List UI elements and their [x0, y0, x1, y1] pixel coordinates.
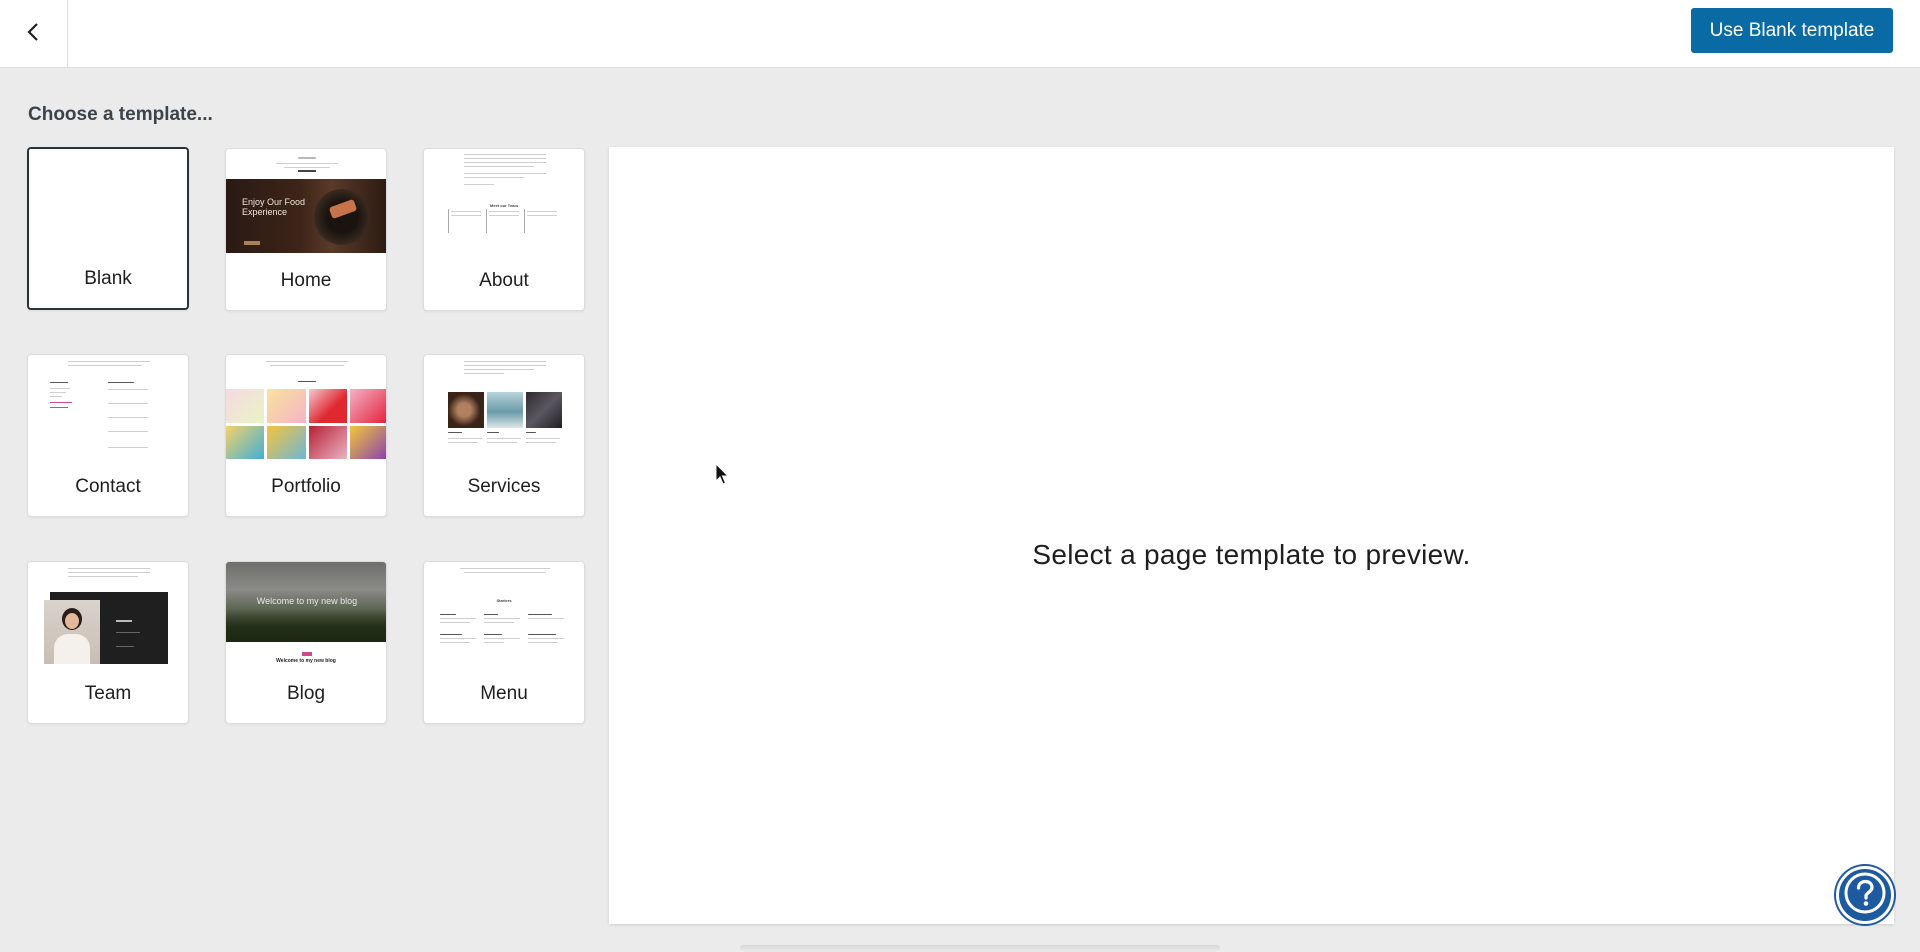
template-card-services[interactable]: Services: [423, 354, 585, 517]
scroll-shadow: [740, 945, 1220, 952]
template-label: Home: [280, 270, 332, 291]
preview-placeholder-message: Select a page template to preview.: [1032, 539, 1471, 570]
template-label: Menu: [480, 683, 528, 704]
thumb-menu-heading: Starters: [496, 598, 512, 603]
thumb-home-hero-text: Enjoy Our Food Experience: [242, 197, 306, 217]
template-card-home[interactable]: Enjoy Our Food Experience Home: [225, 148, 387, 311]
top-bar: Use Blank template: [0, 0, 1920, 68]
template-card-about[interactable]: Meet our Team About: [423, 148, 585, 311]
template-label: About: [479, 270, 529, 291]
help-question-icon: [1843, 871, 1887, 920]
template-label: Team: [84, 683, 132, 704]
back-button[interactable]: [0, 0, 68, 68]
thumb-blog-hero-text: Welcome to my new blog: [256, 596, 358, 606]
template-thumbnail-blank: [29, 149, 187, 264]
template-thumbnail-menu: Starters: [424, 562, 584, 677]
template-label: Contact: [75, 476, 141, 497]
template-thumbnail-services: [424, 355, 584, 470]
template-card-blank[interactable]: Blank: [27, 147, 189, 310]
template-label: Blank: [84, 268, 132, 289]
picker-heading: Choose a template...: [28, 104, 213, 125]
template-card-portfolio[interactable]: Portfolio: [225, 354, 387, 517]
template-preview-panel: Select a page template to preview.: [609, 147, 1894, 924]
template-card-team[interactable]: Team: [27, 561, 189, 724]
template-card-contact[interactable]: Contact: [27, 354, 189, 517]
template-label: Services: [467, 476, 541, 497]
template-thumbnail-contact: [28, 355, 188, 470]
chevron-left-icon: [24, 22, 44, 47]
template-thumbnail-blog: Welcome to my new blog Welcome to my new…: [226, 562, 386, 677]
template-label: Blog: [286, 683, 326, 704]
template-card-blog[interactable]: Welcome to my new blog Welcome to my new…: [225, 561, 387, 724]
template-thumbnail-team: [28, 562, 188, 677]
template-label: Portfolio: [271, 476, 341, 497]
thumb-about-heading: Meet our Team: [490, 203, 518, 208]
thumb-blog-title: Welcome to my new blog: [276, 658, 336, 664]
use-template-button[interactable]: Use Blank template: [1691, 8, 1893, 53]
template-thumbnail-about: Meet our Team: [424, 149, 584, 264]
help-button[interactable]: [1836, 866, 1894, 924]
template-thumbnail-home: Enjoy Our Food Experience: [226, 149, 386, 264]
template-thumbnail-portfolio: [226, 355, 386, 470]
mouse-pointer-icon: [715, 462, 731, 487]
template-card-menu[interactable]: Starters Menu: [423, 561, 585, 724]
